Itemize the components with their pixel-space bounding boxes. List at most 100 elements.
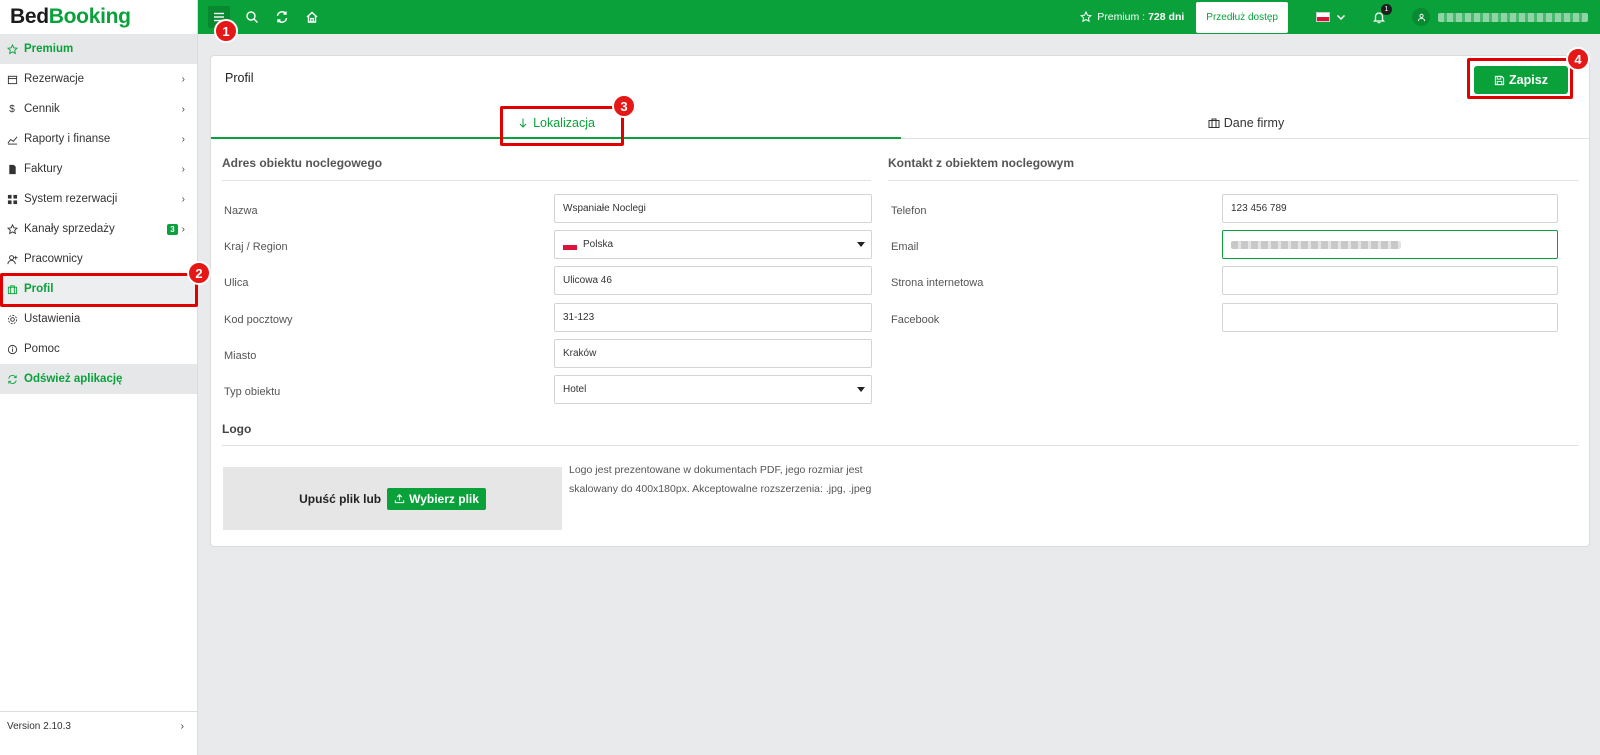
sidebar-item-label: Faktury <box>24 163 63 175</box>
profile-card: Profil Zapisz Lokalizacja Dane firmy Adr… <box>210 55 1591 547</box>
tab-label: Dane firmy <box>1223 116 1285 130</box>
annotation-marker-1: 1 <box>214 19 238 43</box>
field-label-kraj: Kraj / Region <box>224 241 288 253</box>
country-value: Polska <box>583 239 614 250</box>
annotation-box-4 <box>1467 58 1573 99</box>
field-label-www: Strona internetowa <box>891 277 984 289</box>
sidebar-item-label: Odśwież aplikację <box>24 373 123 385</box>
premium-days-value: 728 dni <box>1148 11 1185 23</box>
property-type-value: Hotel <box>563 384 587 395</box>
field-label-nazwa: Nazwa <box>224 205 258 217</box>
user-avatar[interactable] <box>1412 8 1430 26</box>
email-value-blurred <box>1231 240 1401 249</box>
sidebar-item-label: Raporty i finanse <box>24 133 111 145</box>
sidebar-item-faktury[interactable]: Faktury › <box>0 154 197 184</box>
facebook-input[interactable] <box>1222 303 1558 332</box>
sidebar-item-pracownicy[interactable]: Pracownicy <box>0 244 197 274</box>
sidebar-item-cennik[interactable]: $ Cennik › <box>0 94 197 124</box>
grid-icon <box>6 193 18 205</box>
version-footer[interactable]: Version 2.10.3 › <box>0 711 198 741</box>
search-icon[interactable] <box>244 9 260 25</box>
chevron-right-icon: › <box>181 133 185 145</box>
home-icon[interactable] <box>304 9 320 25</box>
top-bar: Premium : 728 dni Przedłuż dostęp 1 <box>198 0 1600 34</box>
logo-section-title: Logo <box>222 422 252 436</box>
sidebar-item-label: System rezerwacji <box>24 193 118 205</box>
logo-description: Logo jest prezentowane w dokumentach PDF… <box>569 464 872 495</box>
field-label-email: Email <box>891 241 919 253</box>
sidebar-item-system-rezerwacji[interactable]: System rezerwacji › <box>0 184 197 214</box>
calendar-icon <box>6 73 18 85</box>
sidebar-item-label: Pomoc <box>24 343 60 355</box>
field-label-telefon: Telefon <box>891 205 927 217</box>
info-icon <box>6 343 18 355</box>
logo-part-1: Bed <box>10 5 49 28</box>
sidebar-item-premium[interactable]: Premium <box>0 34 197 64</box>
briefcase-icon <box>1208 117 1220 129</box>
sidebar-item-label: Cennik <box>24 103 60 115</box>
annotation-box-2 <box>0 273 198 307</box>
chevron-right-icon: › <box>181 73 185 85</box>
user-plus-icon <box>6 253 18 265</box>
flag-pl-icon <box>563 239 577 250</box>
divider <box>222 180 871 181</box>
postal-code-value: 31-123 <box>563 312 595 323</box>
choose-file-button[interactable]: Wybierz plik <box>387 487 486 510</box>
divider <box>888 180 1579 181</box>
logo-dropzone[interactable]: Upuść plik lub Wybierz plik <box>223 467 562 530</box>
sidebar-item-pomoc[interactable]: Pomoc <box>0 334 197 364</box>
annotation-marker-2: 2 <box>187 261 211 285</box>
language-selector[interactable] <box>1316 12 1346 22</box>
chevron-right-icon: › <box>181 223 185 235</box>
channels-badge: 3 <box>167 223 178 235</box>
bedbooking-logo[interactable]: Bed Booking <box>0 0 197 34</box>
website-input[interactable] <box>1222 266 1558 295</box>
name-input[interactable]: Wspaniałe Noclegi <box>554 194 872 223</box>
sidebar-item-rezerwacje[interactable]: Rezerwacje › <box>0 64 197 94</box>
star-icon <box>1080 11 1093 23</box>
divider <box>222 445 1579 446</box>
sync-icon[interactable] <box>274 9 290 25</box>
property-type-select[interactable]: Hotel <box>554 375 872 404</box>
chevron-right-icon: › <box>181 163 185 175</box>
field-label-kod: Kod pocztowy <box>224 314 293 326</box>
country-select[interactable]: Polska <box>554 230 872 259</box>
postal-code-input[interactable]: 31-123 <box>554 303 872 332</box>
city-value: Kraków <box>563 348 597 359</box>
contact-section-title: Kontakt z obiektem noclegowym <box>888 156 1075 170</box>
sidebar-item-ustawienia[interactable]: Ustawienia <box>0 304 197 334</box>
sidebar: Bed Booking Premium Rezerwacje › $ Cennik… <box>0 0 198 755</box>
drop-text: Upuść plik lub <box>299 491 382 506</box>
sidebar-item-label: Pracownicy <box>24 253 83 265</box>
address-section-title: Adres obiektu noclegowego <box>222 156 383 170</box>
gear-icon <box>6 313 18 325</box>
user-name-blurred[interactable] <box>1438 12 1588 22</box>
star-icon <box>6 43 18 55</box>
street-value: Ulicowa 46 <box>563 275 612 286</box>
field-label-facebook: Facebook <box>891 314 940 326</box>
city-input[interactable]: Kraków <box>554 339 872 368</box>
phone-input[interactable]: 123 456 789 <box>1222 194 1558 223</box>
tab-dane-firmy[interactable]: Dane firmy <box>901 108 1591 139</box>
notifications-count: 1 <box>1381 4 1392 15</box>
star-outline-icon <box>6 223 18 235</box>
extend-access-button[interactable]: Przedłuż dostęp <box>1196 1 1288 33</box>
chevron-down-icon <box>1336 12 1346 22</box>
premium-status[interactable]: Premium : 728 dni <box>1080 11 1184 23</box>
sidebar-item-kanaly[interactable]: Kanały sprzedaży 3 › <box>0 214 197 244</box>
sidebar-item-odswiez[interactable]: Odśwież aplikację <box>0 364 197 394</box>
chevron-right-icon: › <box>181 103 185 115</box>
sidebar-item-label: Ustawienia <box>24 313 81 325</box>
name-value: Wspaniałe Noclegi <box>563 203 646 214</box>
notifications-button[interactable]: 1 <box>1372 4 1392 24</box>
sidebar-item-raporty[interactable]: Raporty i finanse › <box>0 124 197 154</box>
field-label-typ: Typ obiektu <box>224 386 281 398</box>
tabs: Lokalizacja Dane firmy <box>211 108 1591 139</box>
email-input[interactable] <box>1222 230 1558 259</box>
invoice-icon <box>6 163 18 175</box>
sidebar-item-label: Premium <box>24 43 74 55</box>
field-label-ulica: Ulica <box>224 277 249 289</box>
caret-down-icon <box>857 242 865 247</box>
street-input[interactable]: Ulicowa 46 <box>554 266 872 295</box>
choose-file-label: Wybierz plik <box>409 491 479 506</box>
